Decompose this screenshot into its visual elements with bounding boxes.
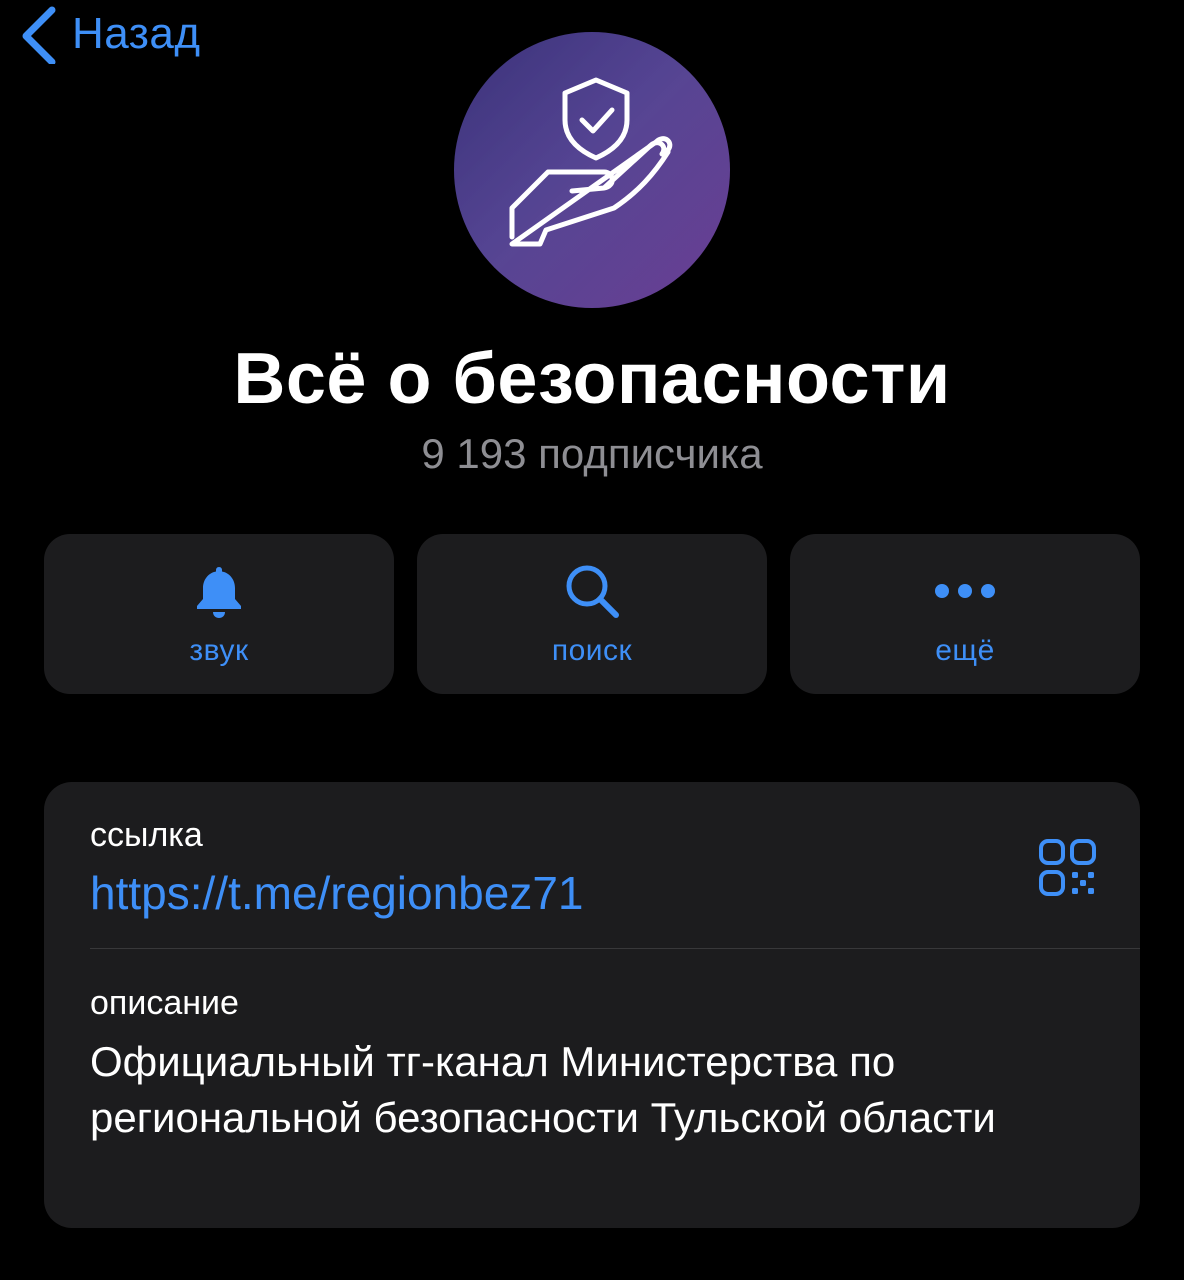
description-text: Официальный тг-канал Министерства по рег…: [90, 1038, 996, 1141]
qr-code-button[interactable]: [1038, 838, 1098, 898]
more-button[interactable]: ещё: [790, 534, 1140, 694]
back-label: Назад: [72, 9, 201, 58]
channel-avatar[interactable]: [454, 32, 730, 308]
chevron-left-icon: [18, 4, 58, 64]
divider: [90, 948, 1140, 949]
subscriber-count: 9 193 подписчика: [421, 430, 763, 477]
more-dots-icon: [934, 581, 996, 606]
sound-label: звук: [189, 634, 249, 667]
search-icon: [562, 561, 622, 626]
search-button[interactable]: поиск: [417, 534, 767, 694]
channel-title: Всё о безопасности: [233, 339, 951, 419]
sound-button[interactable]: звук: [44, 534, 394, 694]
back-button[interactable]: Назад: [18, 4, 201, 64]
hand-shield-check-icon: [454, 32, 730, 308]
info-card: ссылка https://t.me/regionbez71 описание…: [44, 782, 1140, 1228]
channel-link[interactable]: https://t.me/regionbez71: [90, 866, 584, 920]
link-label: ссылка: [90, 816, 203, 854]
more-label: ещё: [935, 634, 995, 667]
qr-code-icon: [1038, 839, 1098, 902]
bell-icon: [191, 563, 247, 624]
description-label: описание: [90, 984, 239, 1022]
search-label: поиск: [551, 634, 633, 667]
